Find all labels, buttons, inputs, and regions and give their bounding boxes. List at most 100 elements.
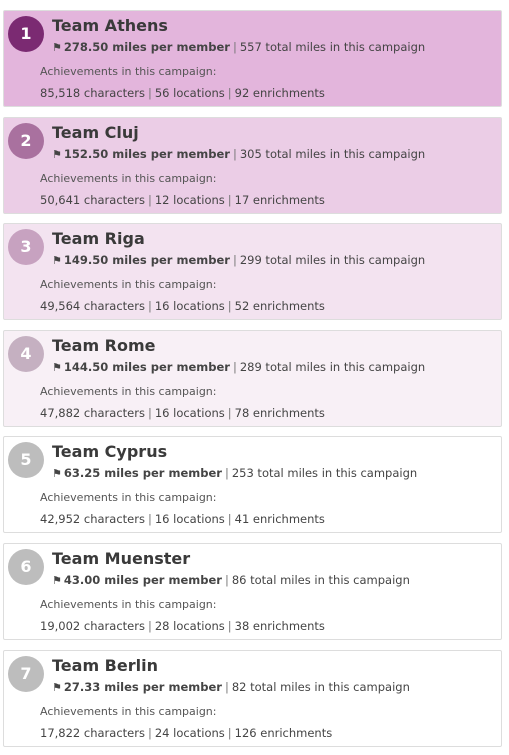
team-name: Team Berlin bbox=[52, 656, 158, 675]
team-name: Team Cyprus bbox=[52, 442, 168, 461]
enrichments-count: 38 enrichments bbox=[234, 619, 325, 633]
total-miles: 289 total miles in this campaign bbox=[239, 360, 426, 374]
team-card[interactable]: 3 Team Riga ⚑ 149.50 miles per member | 299… bbox=[3, 223, 502, 320]
rank-badge: 6 bbox=[8, 549, 44, 585]
team-card[interactable]: 5 Team Cyprus ⚑ 63.25 miles per member | 25… bbox=[3, 436, 502, 533]
separator: | bbox=[227, 726, 232, 740]
team-card[interactable]: 7 Team Berlin ⚑ 27.33 miles per member | 82… bbox=[3, 650, 502, 747]
characters-count: 19,002 characters bbox=[40, 619, 145, 633]
locations-count: 16 locations bbox=[154, 512, 225, 526]
characters-count: 17,822 characters bbox=[40, 726, 145, 740]
rank-badge: 1 bbox=[8, 16, 44, 52]
checkered-flag-icon: ⚑ bbox=[52, 254, 62, 267]
total-miles: 299 total miles in this campaign bbox=[239, 253, 426, 267]
achievements-stats: 17,822 characters | 24 locations | 126 enric… bbox=[40, 726, 332, 740]
achievements-label: Achievements in this campaign: bbox=[40, 172, 217, 185]
checkered-flag-icon: ⚑ bbox=[52, 467, 62, 480]
separator: | bbox=[227, 619, 232, 633]
separator: | bbox=[147, 193, 152, 207]
miles-stats: ⚑ 27.33 miles per member | 82 total miles i… bbox=[52, 680, 410, 694]
achievements-label: Achievements in this campaign: bbox=[40, 385, 217, 398]
miles-per-member: 278.50 miles per member bbox=[63, 40, 230, 54]
total-miles: 557 total miles in this campaign bbox=[239, 40, 426, 54]
achievements-stats: 19,002 characters | 28 locations | 38 enrich… bbox=[40, 619, 325, 633]
rank-badge: 5 bbox=[8, 442, 44, 478]
separator: | bbox=[224, 466, 229, 480]
separator: | bbox=[224, 680, 229, 694]
locations-count: 16 locations bbox=[154, 299, 225, 313]
enrichments-count: 126 enrichments bbox=[234, 726, 333, 740]
characters-count: 49,564 characters bbox=[40, 299, 145, 313]
separator: | bbox=[227, 193, 232, 207]
characters-count: 85,518 characters bbox=[40, 86, 145, 100]
separator: | bbox=[232, 360, 237, 374]
achievements-label: Achievements in this campaign: bbox=[40, 65, 217, 78]
miles-stats: ⚑ 278.50 miles per member | 557 total miles… bbox=[52, 40, 425, 54]
rank-badge: 7 bbox=[8, 656, 44, 692]
locations-count: 56 locations bbox=[154, 86, 225, 100]
locations-count: 16 locations bbox=[154, 406, 225, 420]
separator: | bbox=[232, 253, 237, 267]
separator: | bbox=[147, 512, 152, 526]
enrichments-count: 78 enrichments bbox=[234, 406, 325, 420]
achievements-label: Achievements in this campaign: bbox=[40, 598, 217, 611]
achievements-stats: 85,518 characters | 56 locations | 92 enrich… bbox=[40, 86, 325, 100]
characters-count: 50,641 characters bbox=[40, 193, 145, 207]
separator: | bbox=[224, 573, 229, 587]
team-name: Team Rome bbox=[52, 336, 156, 355]
team-name: Team Cluj bbox=[52, 123, 139, 142]
total-miles: 253 total miles in this campaign bbox=[231, 466, 418, 480]
miles-stats: ⚑ 152.50 miles per member | 305 total miles… bbox=[52, 147, 425, 161]
locations-count: 24 locations bbox=[154, 726, 225, 740]
separator: | bbox=[227, 512, 232, 526]
checkered-flag-icon: ⚑ bbox=[52, 41, 62, 54]
rank-badge: 3 bbox=[8, 229, 44, 265]
achievements-stats: 50,641 characters | 12 locations | 17 enrich… bbox=[40, 193, 325, 207]
miles-per-member: 63.25 miles per member bbox=[63, 466, 222, 480]
achievements-stats: 42,952 characters | 16 locations | 41 enrich… bbox=[40, 512, 325, 526]
miles-stats: ⚑ 144.50 miles per member | 289 total miles… bbox=[52, 360, 425, 374]
team-card[interactable]: 4 Team Rome ⚑ 144.50 miles per member | 289… bbox=[3, 330, 502, 427]
miles-per-member: 27.33 miles per member bbox=[63, 680, 222, 694]
separator: | bbox=[227, 299, 232, 313]
separator: | bbox=[232, 147, 237, 161]
rank-badge: 4 bbox=[8, 336, 44, 372]
miles-per-member: 43.00 miles per member bbox=[63, 573, 222, 587]
team-card[interactable]: 6 Team Muenster ⚑ 43.00 miles per member |… bbox=[3, 543, 502, 640]
total-miles: 305 total miles in this campaign bbox=[239, 147, 426, 161]
checkered-flag-icon: ⚑ bbox=[52, 574, 62, 587]
checkered-flag-icon: ⚑ bbox=[52, 361, 62, 374]
miles-stats: ⚑ 43.00 miles per member | 86 total miles i… bbox=[52, 573, 410, 587]
separator: | bbox=[147, 726, 152, 740]
enrichments-count: 41 enrichments bbox=[234, 512, 325, 526]
miles-stats: ⚑ 149.50 miles per member | 299 total miles… bbox=[52, 253, 425, 267]
checkered-flag-icon: ⚑ bbox=[52, 148, 62, 161]
miles-stats: ⚑ 63.25 miles per member | 253 total miles … bbox=[52, 466, 417, 480]
total-miles: 86 total miles in this campaign bbox=[231, 573, 410, 587]
team-card[interactable]: 2 Team Cluj ⚑ 152.50 miles per member | 305… bbox=[3, 117, 502, 214]
enrichments-count: 17 enrichments bbox=[234, 193, 325, 207]
rank-badge: 2 bbox=[8, 123, 44, 159]
separator: | bbox=[147, 619, 152, 633]
team-leaderboard: 1 Team Athens ⚑ 278.50 miles per member | 5… bbox=[0, 0, 509, 755]
separator: | bbox=[147, 299, 152, 313]
characters-count: 47,882 characters bbox=[40, 406, 145, 420]
miles-per-member: 144.50 miles per member bbox=[63, 360, 230, 374]
total-miles: 82 total miles in this campaign bbox=[231, 680, 410, 694]
checkered-flag-icon: ⚑ bbox=[52, 681, 62, 694]
separator: | bbox=[147, 86, 152, 100]
separator: | bbox=[232, 40, 237, 54]
enrichments-count: 92 enrichments bbox=[234, 86, 325, 100]
locations-count: 28 locations bbox=[154, 619, 225, 633]
enrichments-count: 52 enrichments bbox=[234, 299, 325, 313]
separator: | bbox=[147, 406, 152, 420]
team-card[interactable]: 1 Team Athens ⚑ 278.50 miles per member | 5… bbox=[3, 10, 502, 107]
achievements-label: Achievements in this campaign: bbox=[40, 491, 217, 504]
achievements-label: Achievements in this campaign: bbox=[40, 705, 217, 718]
achievements-stats: 49,564 characters | 16 locations | 52 enrich… bbox=[40, 299, 325, 313]
team-name: Team Muenster bbox=[52, 549, 191, 568]
miles-per-member: 152.50 miles per member bbox=[63, 147, 230, 161]
locations-count: 12 locations bbox=[154, 193, 225, 207]
separator: | bbox=[227, 86, 232, 100]
team-name: Team Athens bbox=[52, 16, 168, 35]
